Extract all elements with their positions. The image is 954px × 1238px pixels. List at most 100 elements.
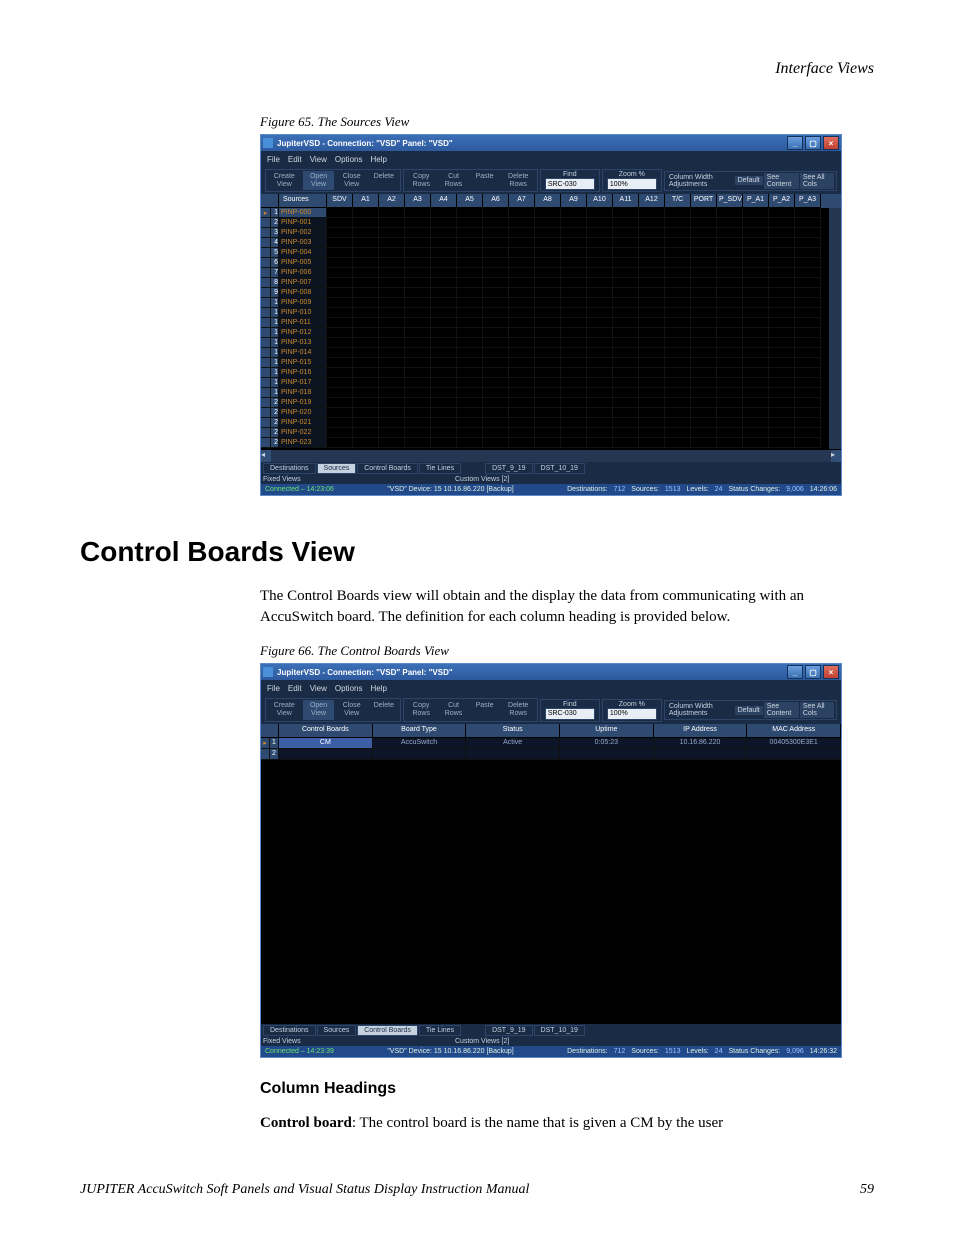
- grid-cell[interactable]: [795, 258, 821, 268]
- grid-cell[interactable]: [457, 388, 483, 398]
- grid-cell[interactable]: [560, 749, 654, 760]
- grid-cell[interactable]: [639, 248, 665, 258]
- grid-cell[interactable]: [457, 228, 483, 238]
- grid-cell[interactable]: [665, 408, 691, 418]
- grid-cell[interactable]: [405, 288, 431, 298]
- grid-cell[interactable]: [587, 308, 613, 318]
- grid-cell[interactable]: [665, 348, 691, 358]
- grid-cell[interactable]: [457, 298, 483, 308]
- source-name-cell[interactable]: PINP-004: [279, 248, 327, 258]
- grid-cell[interactable]: [379, 318, 405, 328]
- table-row[interactable]: 2PINP-022: [261, 428, 841, 438]
- grid-cell[interactable]: [561, 428, 587, 438]
- grid-cell[interactable]: [639, 328, 665, 338]
- grid-cell[interactable]: [457, 438, 483, 448]
- row-selector[interactable]: [261, 228, 271, 238]
- grid-cell[interactable]: [691, 338, 717, 348]
- grid-cell[interactable]: [587, 258, 613, 268]
- grid-cell[interactable]: [457, 378, 483, 388]
- grid-cell[interactable]: [639, 228, 665, 238]
- grid-cell[interactable]: [431, 348, 457, 358]
- grid-cell[interactable]: [405, 298, 431, 308]
- delete-button[interactable]: Delete: [369, 171, 399, 190]
- grid-column-header[interactable]: Status: [466, 724, 560, 738]
- grid-cell[interactable]: [743, 268, 769, 278]
- grid-cell[interactable]: [405, 428, 431, 438]
- grid-cell[interactable]: [587, 328, 613, 338]
- grid-cell[interactable]: [457, 428, 483, 438]
- grid-cell[interactable]: [509, 328, 535, 338]
- grid-column-header[interactable]: A7: [509, 194, 535, 208]
- table-row[interactable]: 9PINP-008: [261, 288, 841, 298]
- source-name-cell[interactable]: PINP-018: [279, 388, 327, 398]
- grid-cell[interactable]: [769, 238, 795, 248]
- grid-cell[interactable]: [535, 278, 561, 288]
- grid-cell[interactable]: [483, 278, 509, 288]
- grid-cell[interactable]: [613, 378, 639, 388]
- row-selector[interactable]: ▸: [261, 738, 270, 749]
- grid-cell[interactable]: [795, 298, 821, 308]
- grid-cell[interactable]: [327, 268, 353, 278]
- grid-cell[interactable]: [613, 238, 639, 248]
- grid-cell[interactable]: [405, 318, 431, 328]
- grid-cell[interactable]: [353, 288, 379, 298]
- grid-cell[interactable]: [691, 228, 717, 238]
- grid-cell[interactable]: [405, 358, 431, 368]
- grid-cell[interactable]: [483, 338, 509, 348]
- cwa-default-button[interactable]: Default: [735, 176, 763, 185]
- grid-cell[interactable]: [613, 308, 639, 318]
- grid-cell[interactable]: [665, 208, 691, 218]
- grid-cell[interactable]: [509, 368, 535, 378]
- tab-tie-lines[interactable]: Tie Lines: [419, 463, 461, 474]
- grid-cell[interactable]: [353, 258, 379, 268]
- grid-cell[interactable]: [665, 298, 691, 308]
- cut-rows-button[interactable]: Cut Rows: [439, 700, 469, 719]
- grid-cell[interactable]: [327, 228, 353, 238]
- source-name-cell[interactable]: PINP-009: [279, 298, 327, 308]
- grid-cell[interactable]: [613, 328, 639, 338]
- grid-cell[interactable]: 0:05:23: [560, 738, 654, 749]
- grid-cell[interactable]: [665, 368, 691, 378]
- scrollbar-vertical[interactable]: [828, 208, 841, 449]
- grid-cell[interactable]: [509, 228, 535, 238]
- grid-cell[interactable]: [639, 408, 665, 418]
- grid-cell[interactable]: [769, 418, 795, 428]
- grid-cell[interactable]: [691, 278, 717, 288]
- grid-cell[interactable]: [327, 328, 353, 338]
- grid-cell[interactable]: [405, 348, 431, 358]
- grid-cell[interactable]: [327, 308, 353, 318]
- grid-cell[interactable]: [717, 358, 743, 368]
- grid-cell[interactable]: [639, 418, 665, 428]
- grid-cell[interactable]: [405, 268, 431, 278]
- grid-cell[interactable]: [457, 318, 483, 328]
- minimize-button[interactable]: _: [787, 136, 803, 150]
- grid-cell[interactable]: [561, 438, 587, 448]
- grid-cell[interactable]: [483, 248, 509, 258]
- grid-cell[interactable]: [535, 288, 561, 298]
- menu-file[interactable]: File: [267, 684, 280, 693]
- scrollbar-horizontal[interactable]: ◂ ▸: [261, 449, 841, 462]
- source-name-cell[interactable]: PINP-023: [279, 438, 327, 448]
- grid-cell[interactable]: [769, 328, 795, 338]
- grid-cell[interactable]: [483, 428, 509, 438]
- grid-cell[interactable]: [587, 398, 613, 408]
- grid-cell[interactable]: [379, 438, 405, 448]
- tab-tie-lines[interactable]: Tie Lines: [419, 1025, 461, 1036]
- grid-cell[interactable]: [769, 218, 795, 228]
- grid-cell[interactable]: [431, 428, 457, 438]
- table-row[interactable]: 1PINP-011: [261, 318, 841, 328]
- grid-cell[interactable]: [483, 308, 509, 318]
- grid-cell[interactable]: [457, 398, 483, 408]
- grid-cell[interactable]: [327, 348, 353, 358]
- table-row[interactable]: 2: [261, 749, 841, 760]
- copy-rows-button[interactable]: Copy Rows: [405, 700, 438, 719]
- grid-cell[interactable]: [353, 268, 379, 278]
- grid-cell[interactable]: [509, 438, 535, 448]
- grid-cell[interactable]: [327, 278, 353, 288]
- source-name-cell[interactable]: PINP-011: [279, 318, 327, 328]
- grid-cell[interactable]: [743, 218, 769, 228]
- grid-cell[interactable]: [587, 408, 613, 418]
- grid-cell[interactable]: [717, 438, 743, 448]
- grid-cell[interactable]: [717, 388, 743, 398]
- grid-cell[interactable]: [795, 438, 821, 448]
